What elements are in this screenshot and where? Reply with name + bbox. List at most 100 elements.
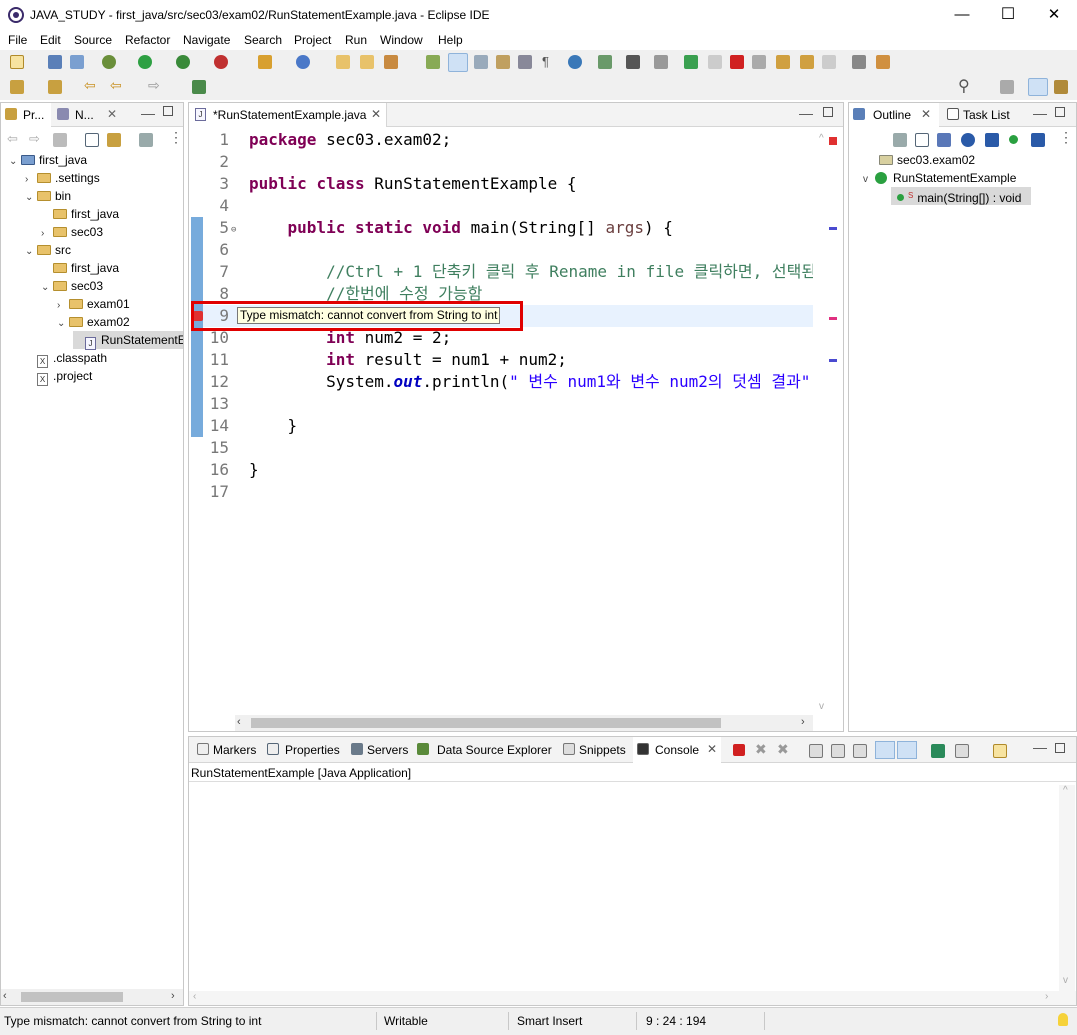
forward-icon[interactable]: ⇨ (148, 77, 160, 94)
console-horizontal-scrollbar[interactable]: ‹ › (189, 991, 1076, 1005)
minimize-button[interactable]: — (939, 0, 985, 30)
link-with-editor-icon[interactable] (107, 133, 121, 147)
tree-item[interactable]: ⌄ first_java (9, 151, 87, 169)
perspective-java-ee-icon[interactable] (1000, 80, 1014, 94)
maximize-view-icon[interactable] (1055, 743, 1065, 753)
view-menu-icon[interactable]: ⋮ (169, 129, 183, 146)
menu-search[interactable]: Search (244, 33, 282, 47)
error-overview-icon[interactable] (829, 137, 837, 145)
collapse-all-icon[interactable] (915, 133, 929, 147)
menu-refactor[interactable]: Refactor (125, 33, 170, 47)
hide-non-public-icon[interactable] (1009, 135, 1018, 144)
code-line[interactable]: //Ctrl + 1 단축키 클릭 후 Rename in file 클릭하면,… (249, 261, 813, 283)
tree-item[interactable]: ⌄ src (25, 241, 71, 259)
build-icon[interactable] (598, 55, 612, 69)
suspend-icon[interactable] (708, 55, 722, 69)
tree-item[interactable]: ⌄ exam02 (57, 313, 130, 331)
perspective-java-icon[interactable] (1028, 78, 1048, 96)
console-vertical-scrollbar[interactable]: ^ v (1059, 785, 1075, 991)
tree-item[interactable]: › exam01 (57, 295, 130, 313)
globe-icon[interactable] (568, 55, 582, 69)
status-insert-mode[interactable]: Smart Insert (517, 1014, 582, 1028)
save-icon[interactable] (48, 55, 62, 69)
forward-icon[interactable]: ⇨ (29, 131, 40, 147)
mark-occurrences-icon[interactable] (448, 53, 468, 72)
expand-chevron-icon[interactable]: ⌄ (9, 153, 21, 171)
overview-mark[interactable] (829, 359, 837, 362)
code-area[interactable]: 1 package sec03.exam02; 2 3 public class Run… (203, 129, 813, 709)
menu-run[interactable]: Run (345, 33, 367, 47)
hide-static-icon[interactable] (985, 133, 999, 147)
filters-icon[interactable] (139, 133, 153, 147)
minimize-view-icon[interactable]: — (799, 105, 813, 121)
menu-navigate[interactable]: Navigate (183, 33, 230, 47)
pilcrow-icon[interactable]: ¶ (542, 54, 549, 69)
expand-chevron-icon[interactable]: ⌄ (25, 243, 37, 261)
new-java-project-icon[interactable] (258, 55, 272, 69)
next-annotation-icon[interactable] (10, 80, 24, 94)
tree-item[interactable]: X .project (25, 367, 92, 386)
expand-chevron-icon[interactable]: ⌄ (25, 189, 37, 207)
view-menu-icon[interactable]: ⋮ (1059, 129, 1073, 146)
lightbulb-icon[interactable] (1058, 1013, 1068, 1026)
resume-icon[interactable] (684, 55, 698, 69)
tree-item[interactable]: first_java (41, 205, 119, 223)
toggle-breadcrumb-icon[interactable] (426, 55, 440, 69)
menu-source[interactable]: Source (74, 33, 112, 47)
previous-annotation-icon[interactable] (48, 80, 62, 94)
tab-outline[interactable]: Outline ✕ (849, 103, 939, 127)
sort-icon[interactable] (937, 133, 951, 147)
step-over-icon[interactable] (800, 55, 814, 69)
back-icon[interactable]: ⇦ (110, 77, 122, 94)
block-selection-icon[interactable] (474, 55, 488, 69)
tab-task-list[interactable]: Task List (943, 103, 1023, 127)
back-icon[interactable]: ⇦ (7, 131, 18, 147)
hide-fields-icon[interactable] (961, 133, 975, 147)
filters-icon[interactable] (893, 133, 907, 147)
maximize-view-icon[interactable] (823, 107, 833, 117)
scroll-lock-icon[interactable] (831, 744, 845, 758)
maximize-view-icon[interactable] (1055, 107, 1065, 117)
code-line[interactable]: int result = num1 + num2; (249, 349, 567, 371)
disconnect-icon[interactable] (752, 55, 766, 69)
new-icon[interactable] (10, 55, 24, 69)
close-button[interactable]: ✕ (1031, 0, 1077, 30)
clear-console-icon[interactable] (809, 744, 823, 758)
terminate-icon[interactable] (733, 744, 745, 756)
step-return-icon[interactable] (822, 55, 836, 69)
terminal-icon[interactable] (626, 55, 640, 69)
minimize-view-icon[interactable]: — (1033, 105, 1047, 121)
perspective-debug-icon[interactable] (1054, 80, 1068, 94)
show-on-stderr-icon[interactable] (897, 741, 917, 759)
new-class-icon[interactable] (296, 55, 310, 69)
tab-package-explorer[interactable]: Pr... (1, 103, 51, 127)
overview-mark[interactable] (829, 227, 837, 230)
code-line[interactable]: public static void main(String[] args) { (249, 217, 673, 239)
outline-package[interactable]: sec03.exam02 (879, 151, 975, 169)
open-console-icon[interactable] (993, 744, 1007, 758)
tree-item[interactable]: ⌄ bin (25, 187, 71, 205)
overview-ruler[interactable]: ^ v (815, 129, 843, 715)
editor-horizontal-scrollbar[interactable]: ‹ › (235, 715, 813, 731)
tree-item[interactable]: JRunStatementExample.java (73, 331, 183, 350)
tab-runstatementexample[interactable]: J *RunStatementExample.java ✕ (189, 103, 387, 127)
up-icon[interactable] (53, 133, 67, 147)
collapse-all-icon[interactable] (85, 133, 99, 147)
code-line[interactable]: } (249, 459, 259, 481)
expand-chevron-icon[interactable]: ⌄ (41, 279, 53, 297)
debug-icon[interactable] (102, 55, 116, 69)
pin-icon[interactable] (654, 55, 668, 69)
maximize-button[interactable]: ☐ (985, 0, 1031, 30)
menu-edit[interactable]: Edit (40, 33, 61, 47)
word-wrap-icon[interactable] (853, 744, 867, 758)
display-console-icon[interactable] (955, 744, 969, 758)
tree-horizontal-scrollbar[interactable]: ‹ › (1, 989, 183, 1005)
maximize-view-icon[interactable] (163, 106, 173, 116)
close-icon[interactable]: ✕ (371, 107, 381, 121)
step-into-icon[interactable] (776, 55, 790, 69)
open-task-icon[interactable] (360, 55, 374, 69)
overview-mark[interactable] (829, 317, 837, 320)
outline-class[interactable]: v RunStatementExample (863, 169, 1016, 187)
close-icon[interactable]: ✕ (707, 742, 717, 756)
pin-console-icon[interactable] (931, 744, 945, 758)
